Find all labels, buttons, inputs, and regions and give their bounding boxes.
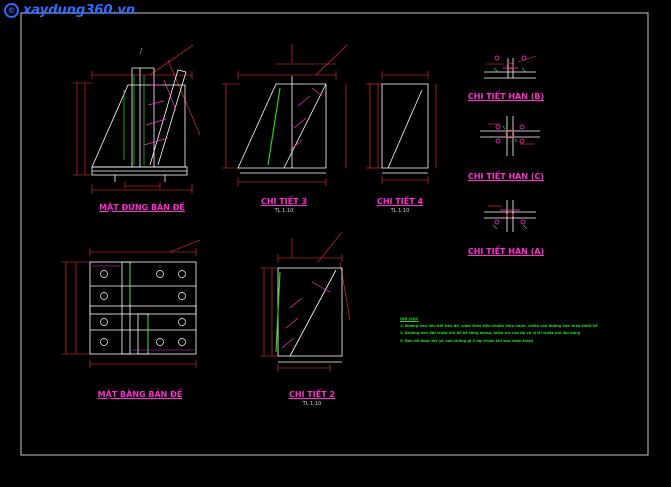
- note-line-3: 3. Bản đế được tẩy gỉ, sơn chống gỉ 2 lớ…: [400, 338, 534, 343]
- scale-detail-2: TL 1:10: [302, 401, 322, 407]
- title-weld-b: CHI TIẾT HÀN (B): [467, 92, 545, 101]
- plan-view: [62, 239, 201, 368]
- title-elevation: MẶT ĐỨNG BẢN ĐẾ: [99, 203, 185, 212]
- elevation-view: [73, 44, 201, 194]
- scale-detail-3: TL 1:10: [274, 208, 294, 214]
- note-line-2: 2. Bulông neo đặt trước khi đổ bê tông m…: [400, 331, 581, 336]
- copyright-icon: ©: [4, 3, 19, 18]
- note-line-1: 1. Đường hàn liên kết bản đế, sườn theo …: [400, 324, 598, 329]
- detail-2-view: [260, 231, 351, 372]
- drawing-sheet: © xaydung360.vn MẶT ĐỨNG BẢN ĐẾ CHI TIẾT …: [0, 0, 671, 483]
- notes-heading: GHI CHÚ:: [400, 317, 419, 321]
- detail-3-view: [222, 44, 348, 186]
- general-notes: GHI CHÚ: 1. Đường hàn liên kết bản đế, s…: [400, 316, 640, 345]
- detail-4-view: [366, 71, 437, 184]
- watermark: © xaydung360.vn: [4, 3, 135, 18]
- weld-detail-a: [484, 200, 536, 232]
- title-weld-c: CHI TIẾT HÀN (C): [467, 172, 545, 181]
- weld-detail-c: [480, 116, 540, 156]
- sheet-border: [20, 12, 649, 456]
- title-weld-a: CHI TIẾT HÀN (A): [467, 247, 545, 256]
- cad-drawing: [20, 12, 649, 456]
- title-detail-2: CHI TIẾT 2: [288, 390, 336, 399]
- title-detail-4: CHI TIẾT 4: [376, 197, 424, 206]
- watermark-text: xaydung360.vn: [23, 3, 136, 18]
- title-plan: MẶT BẰNG BẢN ĐẾ: [97, 390, 183, 399]
- weld-detail-b: [484, 55, 537, 79]
- title-detail-3: CHI TIẾT 3: [260, 197, 308, 206]
- scale-detail-4: TL 1:10: [390, 208, 410, 214]
